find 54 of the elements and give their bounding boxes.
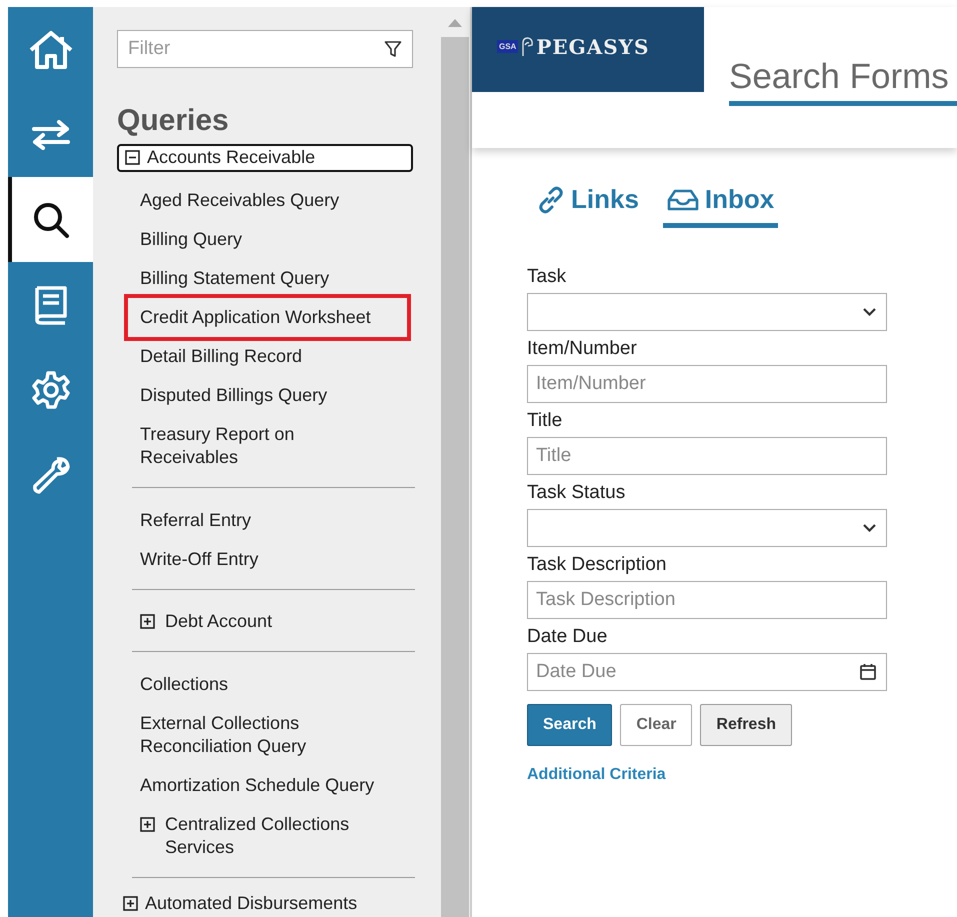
search-icon: [32, 200, 70, 238]
query-link[interactable]: Aged Receivables Query: [140, 180, 395, 220]
query-link[interactable]: Treasury Report on Receivables: [140, 414, 395, 477]
field-label: Task Description: [527, 554, 668, 576]
query-link[interactable]: Billing Statement Query: [140, 258, 395, 298]
logo-badge: GSA: [497, 40, 518, 53]
field-label: Title: [527, 410, 564, 432]
tab[interactable]: Links: [533, 182, 643, 228]
text-field[interactable]: Item/Number: [527, 365, 887, 403]
book-icon: [34, 284, 68, 324]
form-button[interactable]: Refresh: [700, 704, 792, 746]
settings-icon: [30, 370, 70, 410]
tree-folder[interactable]: Accounts Receivable: [117, 144, 413, 172]
link-icon: [537, 186, 565, 214]
tree-folder[interactable]: Centralized Collections Services: [140, 805, 395, 868]
field-label: Item/Number: [527, 338, 638, 360]
query-link[interactable]: Write-Off Entry: [140, 540, 395, 579]
additional-criteria-link[interactable]: Additional Criteria: [527, 766, 887, 784]
text-field[interactable]: Title: [527, 437, 887, 475]
filter-field[interactable]: Filter: [117, 30, 413, 68]
chevron-down-icon: [863, 308, 876, 316]
field-label: Date Due: [527, 626, 608, 648]
query-link[interactable]: Amortization Schedule Query: [140, 766, 395, 806]
transfer-arrows-icon: [30, 120, 70, 150]
field-label: Task Status: [527, 482, 626, 504]
expand-icon: [140, 817, 155, 832]
tab[interactable]: Inbox: [662, 182, 778, 228]
field-label: Task: [527, 266, 568, 288]
date-field[interactable]: Date Due: [527, 653, 887, 691]
text-field[interactable]: Task Description: [527, 581, 887, 619]
filter-icon: [384, 40, 402, 58]
form-button[interactable]: Clear: [620, 704, 692, 746]
home-icon: [28, 28, 74, 70]
calendar-icon: [860, 663, 876, 680]
tree-folder[interactable]: Automated Disbursements: [117, 890, 413, 917]
logo-text: PEGASYS: [536, 34, 650, 58]
expand-icon: [123, 896, 138, 912]
query-link[interactable]: Referral Entry: [140, 500, 395, 540]
scroll-up-icon: [448, 19, 462, 27]
query-link[interactable]: Disputed Billings Query: [140, 376, 395, 415]
expand-icon: [140, 614, 155, 630]
search-nav-button[interactable]: [8, 177, 93, 262]
inbox-icon: [666, 188, 699, 212]
query-link[interactable]: External Collections Reconciliation Query: [140, 704, 395, 766]
tree-folder[interactable]: Debt Account: [140, 602, 395, 642]
wrench-icon: [30, 454, 70, 494]
collapse-icon: [125, 150, 140, 166]
chevron-down-icon: [863, 524, 876, 532]
query-link[interactable]: Billing Query: [140, 220, 395, 259]
query-link[interactable]: Detail Billing Record: [140, 336, 395, 376]
queries-heading: Queries: [117, 104, 230, 138]
query-link[interactable]: Collections: [140, 665, 395, 704]
page-title: Search Forms: [729, 57, 957, 106]
form-button[interactable]: Search: [527, 704, 612, 746]
